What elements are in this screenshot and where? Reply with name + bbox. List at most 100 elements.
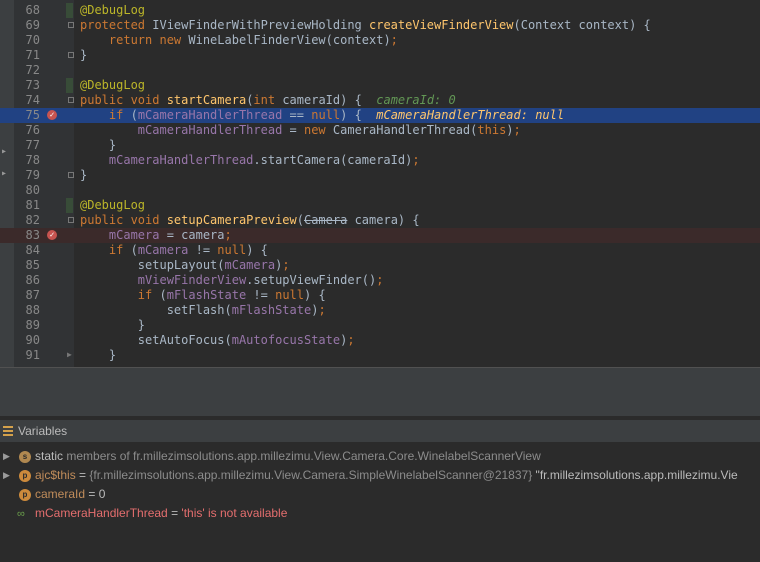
code-line-90[interactable]: 90 setAutoFocus(mAutofocusState); (0, 333, 760, 348)
line-number[interactable]: 76 (14, 123, 40, 138)
code-text[interactable]: mCamera = camera; (80, 228, 232, 243)
line-number[interactable]: 70 (14, 33, 40, 48)
variable-row[interactable]: p cameraId = 0 (0, 485, 760, 504)
debug-frames-bar (0, 390, 760, 417)
code-line-80[interactable]: 80 (0, 183, 760, 198)
code-text[interactable]: public void startCamera(int cameraId) { … (80, 93, 456, 108)
fold-arrow-icon[interactable]: ▶ (67, 349, 72, 361)
code-text[interactable]: public void setupCameraPreview(Camera ca… (80, 213, 420, 228)
code-token: ( (296, 213, 304, 227)
code-line-76[interactable]: 76 mCameraHandlerThread = new CameraHand… (0, 123, 760, 138)
code-line-74[interactable]: 74 public void startCamera(int cameraId) … (0, 93, 760, 108)
code-text[interactable]: mCameraHandlerThread = new CameraHandler… (80, 123, 521, 138)
line-number[interactable]: 89 (14, 318, 40, 333)
code-text[interactable]: mViewFinderView.setupViewFinder(); (80, 273, 384, 288)
line-number[interactable]: 72 (14, 63, 40, 78)
line-number[interactable]: 79 (14, 168, 40, 183)
code-text[interactable]: mCameraHandlerThread.startCamera(cameraI… (80, 153, 420, 168)
fold-icon[interactable] (68, 217, 74, 223)
variable-part: = 0 (85, 487, 106, 501)
line-number[interactable]: 88 (14, 303, 40, 318)
code-text[interactable]: } (80, 348, 116, 363)
code-line-73[interactable]: 73 @DebugLog (0, 78, 760, 93)
code-token: ; (376, 273, 384, 287)
line-number[interactable]: 71 (14, 48, 40, 63)
code-line-68[interactable]: 68 @DebugLog (0, 3, 760, 18)
code-token: ( (159, 288, 167, 302)
expand-triangle-icon[interactable]: ▶ (3, 466, 10, 485)
static-badge-icon: s (19, 451, 31, 463)
line-number[interactable]: 73 (14, 78, 40, 93)
code-line-72[interactable]: 72 (0, 63, 760, 78)
code-line-70[interactable]: 70 return new WineLabelFinderView(contex… (0, 33, 760, 48)
line-number[interactable]: 78 (14, 153, 40, 168)
code-line-88[interactable]: 88 setFlash(mFlashState); (0, 303, 760, 318)
breakpoint-icon[interactable]: ✓ (47, 230, 57, 240)
fold-icon[interactable] (68, 172, 74, 178)
code-line-77[interactable]: 77 } (0, 138, 760, 153)
code-line-87[interactable]: 87 if (mFlashState != null) { (0, 288, 760, 303)
code-line-82[interactable]: 82 public void setupCameraPreview(Camera … (0, 213, 760, 228)
code-line-84[interactable]: 84 if (mCamera != null) { (0, 243, 760, 258)
line-number[interactable]: 74 (14, 93, 40, 108)
line-number[interactable]: 68 (14, 3, 40, 18)
line-number[interactable]: 80 (14, 183, 40, 198)
code-text[interactable]: @DebugLog (80, 3, 145, 18)
code-text[interactable]: setupLayout(mCamera); (80, 258, 290, 273)
code-text[interactable]: if (mFlashState != null) { (80, 288, 326, 303)
code-line-69[interactable]: 69 protected IViewFinderWithPreviewHoldin… (0, 18, 760, 33)
code-token: startCamera (166, 93, 247, 107)
code-text[interactable]: @DebugLog (80, 78, 145, 93)
code-text[interactable]: if (mCamera != null) { (80, 243, 268, 258)
code-text[interactable]: return new WineLabelFinderView(context); (80, 33, 398, 48)
code-text[interactable]: } (80, 168, 87, 183)
expand-triangle-icon[interactable]: ▶ (3, 447, 10, 466)
code-line-83[interactable]: 83 ✓ mCamera = camera; (0, 228, 760, 243)
code-line-89[interactable]: 89 } (0, 318, 760, 333)
variables-tree[interactable]: ▶ s static members of fr.millezimsolutions… (0, 444, 760, 562)
code-token: public void (80, 93, 167, 107)
line-number[interactable]: 83 (14, 228, 40, 243)
variable-row[interactable]: ▶ s static members of fr.millezimsolutions… (0, 447, 760, 466)
code-text[interactable]: setAutoFocus(mAutofocusState); (80, 333, 355, 348)
code-token: WineLabelFinderView(context) (188, 33, 391, 47)
code-line-79[interactable]: 79} (0, 168, 760, 183)
fold-icon[interactable] (68, 22, 74, 28)
line-number[interactable]: 90 (14, 333, 40, 348)
code-line-71[interactable]: 71} (0, 48, 760, 63)
code-line-91[interactable]: 91 ▶ } (0, 348, 760, 363)
code-token: new (303, 123, 333, 137)
code-text[interactable]: @DebugLog (80, 198, 145, 213)
line-number[interactable]: 86 (14, 273, 40, 288)
variable-row[interactable]: ▶ p ajc$this = {fr.millezimsolutions.app.m… (0, 466, 760, 485)
fold-icon[interactable] (68, 52, 74, 58)
code-text[interactable]: } (80, 138, 116, 153)
line-number[interactable]: 85 (14, 258, 40, 273)
code-line-81[interactable]: 81 @DebugLog (0, 198, 760, 213)
variable-part: = (167, 506, 182, 520)
code-text[interactable]: } (80, 318, 145, 333)
code-text[interactable]: protected IViewFinderWithPreviewHolding … (80, 18, 651, 33)
code-line-75[interactable]: 75 ✓ if (mCameraHandlerThread == null) { … (0, 108, 760, 123)
code-line-85[interactable]: 85 setupLayout(mCamera); (0, 258, 760, 273)
code-text[interactable]: setFlash(mFlashState); (80, 303, 326, 318)
fold-icon[interactable] (68, 97, 74, 103)
code-text[interactable]: } (80, 48, 87, 63)
line-number[interactable]: 75 (14, 108, 40, 123)
code-token: if (80, 288, 160, 302)
code-token: int (253, 93, 283, 107)
line-number[interactable]: 84 (14, 243, 40, 258)
code-token: } (80, 348, 117, 362)
variable-row[interactable]: ∞ mCameraHandlerThread = 'this' is not av… (0, 504, 760, 523)
code-line-86[interactable]: 86 mViewFinderView.setupViewFinder(); (0, 273, 760, 288)
code-editor[interactable]: ▸ ▸ 68 @DebugLog 69 protected IViewFinderWi… (0, 0, 760, 367)
line-number[interactable]: 81 (14, 198, 40, 213)
code-text[interactable]: if (mCameraHandlerThread == null) { mCam… (80, 108, 564, 123)
line-number[interactable]: 69 (14, 18, 40, 33)
line-number[interactable]: 91 (14, 348, 40, 363)
breakpoint-icon[interactable]: ✓ (47, 110, 57, 120)
line-number[interactable]: 77 (14, 138, 40, 153)
code-line-78[interactable]: 78 mCameraHandlerThread.startCamera(came… (0, 153, 760, 168)
line-number[interactable]: 87 (14, 288, 40, 303)
line-number[interactable]: 82 (14, 213, 40, 228)
